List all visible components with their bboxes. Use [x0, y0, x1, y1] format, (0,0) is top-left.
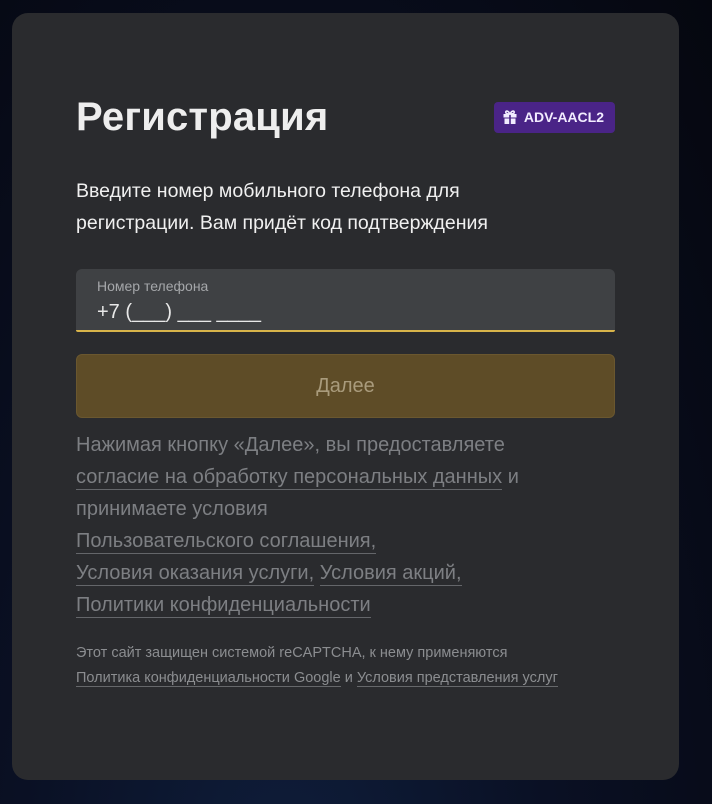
phone-field[interactable]: Номер телефона [76, 269, 615, 332]
registration-card: Регистрация ADV-AACL2 Введите номер моби… [12, 13, 679, 780]
instruction-line-1: Введите номер мобильного телефона для [76, 180, 460, 202]
card-header: Регистрация ADV-AACL2 [76, 91, 615, 143]
recaptcha-notice: Этот сайт защищен системой reCAPTCHA, к … [76, 641, 593, 691]
service-terms-link[interactable]: Условия оказания услуги, [76, 562, 315, 586]
promo-code-text: ADV-AACL2 [523, 109, 604, 125]
next-button[interactable]: Далее [76, 354, 615, 418]
privacy-policy-link[interactable]: Политики конфиденциальности [76, 594, 371, 618]
promo-code-badge[interactable]: ADV-AACL2 [493, 101, 615, 133]
consent-text-3: принимаете условия [76, 498, 268, 520]
instruction-line-2: регистрации. Вам придёт код подтверждени… [76, 212, 488, 234]
consent-text-2: и [507, 466, 519, 488]
consent-text: Нажимая кнопку «Далее», вы предоставляет… [76, 429, 627, 621]
phone-field-label: Номер телефона [97, 278, 209, 294]
recaptcha-text-2: и [344, 670, 353, 686]
promo-terms-link[interactable]: Условия акций, [319, 562, 462, 586]
phone-input[interactable] [97, 298, 594, 326]
personal-data-consent-link[interactable]: согласие на обработку персональных данны… [76, 466, 503, 490]
gift-icon [502, 109, 518, 125]
recaptcha-text-1: Этот сайт защищен системой reCAPTCHA, к … [76, 645, 508, 661]
google-terms-link[interactable]: Условия представления услуг [356, 670, 558, 687]
consent-text-1: Нажимая кнопку «Далее», вы предоставляет… [76, 434, 505, 456]
instruction-text: Введите номер мобильного телефона для ре… [76, 175, 619, 239]
user-agreement-link[interactable]: Пользовательского соглашения, [76, 530, 377, 554]
google-privacy-link[interactable]: Политика конфиденциальности Google [76, 670, 341, 687]
page-title: Регистрация [76, 94, 329, 139]
